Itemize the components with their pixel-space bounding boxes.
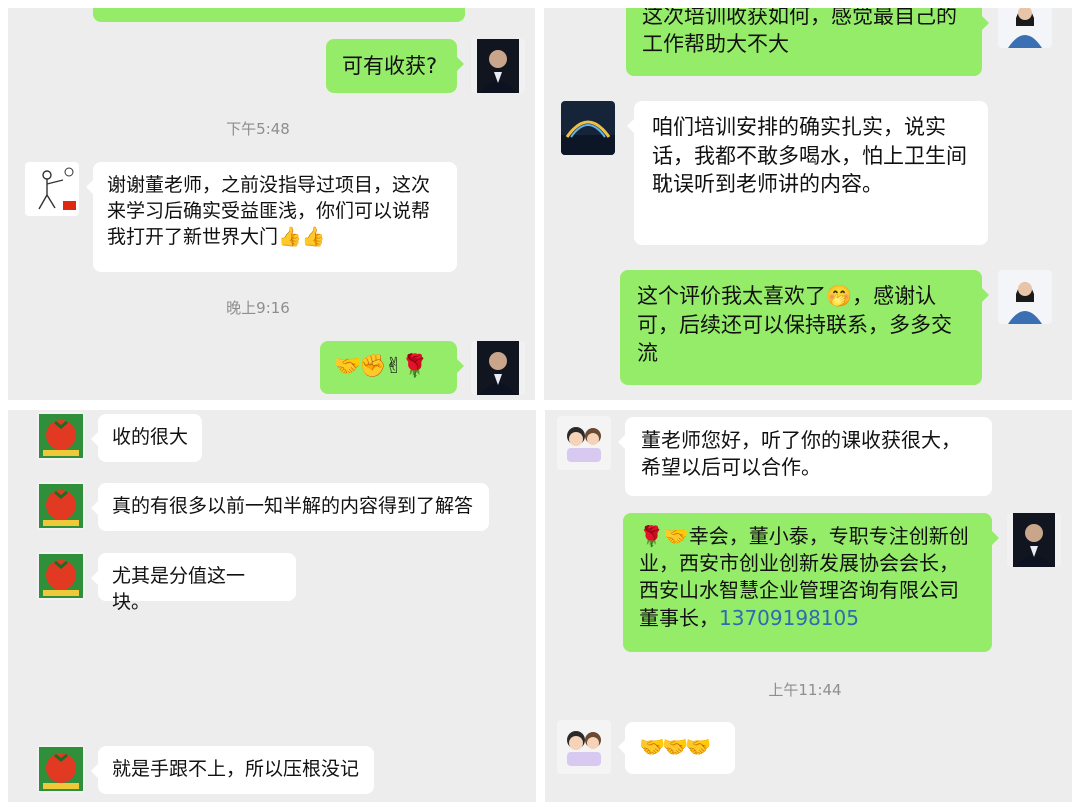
- avatar-cartoon-couple[interactable]: [557, 720, 611, 774]
- avatar-cartoon-couple[interactable]: [557, 416, 611, 470]
- avatar-man-suit[interactable]: [1007, 513, 1061, 567]
- message-bubble-other[interactable]: 收的很大: [91, 414, 202, 462]
- avatar-woman[interactable]: [998, 8, 1052, 48]
- phone-number-link[interactable]: 13709198105: [719, 606, 859, 630]
- avatar-cartoon-figure[interactable]: [25, 162, 79, 216]
- avatar-rainbow-sky[interactable]: [561, 101, 615, 155]
- chat-panel-bottom-right: 董老师您好，听了你的课收获很大，希望以后可以合作。 🌹🤝幸会，董小泰，专职专注创…: [545, 410, 1072, 802]
- timestamp: 下午5:48: [226, 120, 290, 138]
- chat-panel-top-right: 这次培训收获如何，感觉最自己的工作帮助大不大 咱们培训安排的确实扎实，说实话，我…: [544, 8, 1072, 400]
- avatar-tomato[interactable]: [37, 412, 85, 460]
- message-bubble-other[interactable]: 就是手跟不上，所以压根没记: [91, 746, 374, 794]
- message-bubble-self[interactable]: 🌹🤝幸会，董小泰，专职专注创新创业，西安市创业创新发展协会会长，西安山水智慧企业…: [623, 513, 999, 652]
- message-bubble-self[interactable]: 可有收获?: [326, 39, 464, 93]
- message-bubble-other[interactable]: 咱们培训安排的确实扎实，说实话，我都不敢多喝水，怕上卫生间耽误听到老师讲的内容。: [627, 101, 988, 245]
- message-bubble-other[interactable]: 尤其是分值这一块。: [91, 553, 296, 613]
- message-bubble-other[interactable]: 真的有很多以前一知半解的内容得到了解答: [91, 483, 489, 531]
- message-bubble-cropped: [93, 8, 465, 22]
- avatar-woman[interactable]: [998, 270, 1052, 324]
- message-bubble-self[interactable]: 这次培训收获如何，感觉最自己的工作帮助大不大: [626, 8, 989, 76]
- avatar-man-suit[interactable]: [471, 39, 525, 93]
- avatar-tomato[interactable]: [37, 552, 85, 600]
- message-bubble-other[interactable]: 🤝🤝🤝: [618, 722, 735, 774]
- timestamp: 上午11:44: [768, 681, 842, 699]
- chat-panel-bottom-left: 收的很大 真的有很多以前一知半解的内容得到了解答 尤其是分值这一块。 就是手跟不…: [8, 410, 536, 802]
- timestamp: 晚上9:16: [226, 299, 290, 317]
- avatar-man-suit[interactable]: [471, 341, 525, 395]
- avatar-tomato[interactable]: [37, 482, 85, 530]
- avatar-tomato[interactable]: [37, 745, 85, 793]
- message-bubble-other[interactable]: 谢谢董老师，之前没指导过项目，这次来学习后确实受益匪浅，你们可以说帮我打开了新世…: [86, 162, 457, 272]
- chat-panel-top-left: 可有收获? 下午5:48 谢谢董老师，之前没指导过项目，这次来学习后确实受益匪浅…: [8, 8, 535, 400]
- message-bubble-self[interactable]: 这个评价我太喜欢了🤭，感谢认可，后续还可以保持联系，多多交流: [620, 270, 989, 385]
- message-bubble-other[interactable]: 董老师您好，听了你的课收获很大，希望以后可以合作。: [618, 417, 992, 496]
- message-bubble-self[interactable]: 🤝✊✌🌹: [320, 341, 464, 394]
